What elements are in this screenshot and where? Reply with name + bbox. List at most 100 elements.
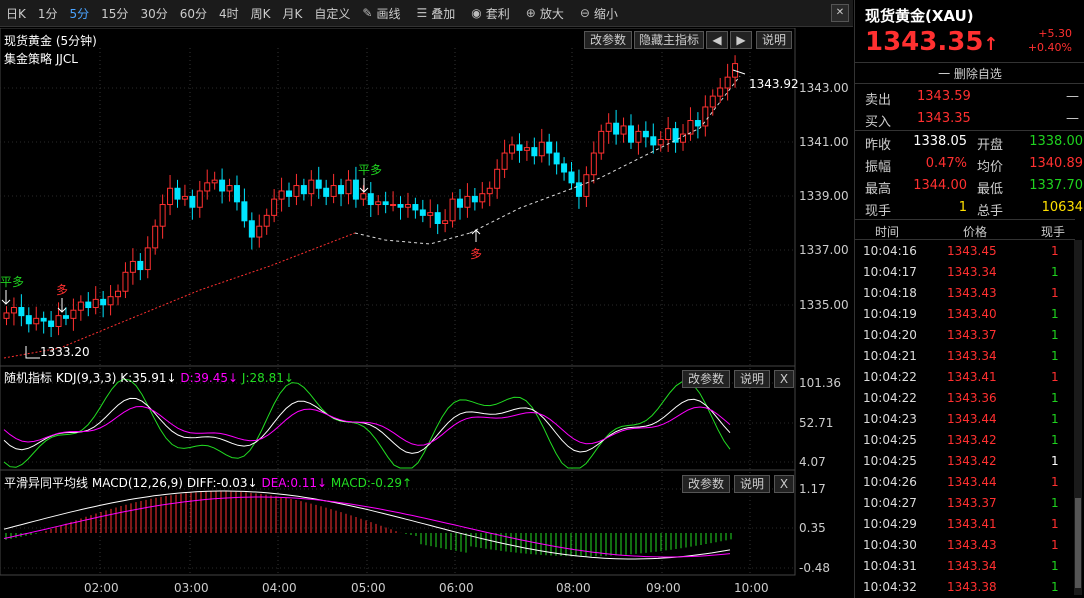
tool-layers-button[interactable]: ☰ 叠加 [416, 5, 455, 22]
help-button[interactable]: 说明 [756, 31, 792, 49]
close-icon[interactable]: ✕ [831, 4, 849, 22]
period-tab-9[interactable]: 自定义 [314, 5, 350, 22]
trade-time: 10:04:18 [863, 286, 917, 300]
kdj-k-line [3, 397, 731, 454]
trade-row: 10:04:31 1343.34 1 [855, 556, 1075, 577]
candle-body [40, 317, 47, 322]
stat-value: 1344.00 [913, 178, 967, 193]
tool-zoom-in-button[interactable]: ⊕ 放大 [526, 5, 564, 22]
candle-body [226, 185, 233, 192]
trade-row: 10:04:20 1343.37 1 [855, 325, 1075, 346]
candle-body [494, 168, 501, 189]
period-tab-5[interactable]: 60分 [180, 5, 207, 22]
kdj-close-button[interactable]: X [774, 370, 794, 388]
kdj-params-button[interactable]: 改参数 [682, 370, 730, 388]
candle-body [338, 185, 345, 195]
trade-time: 10:04:22 [863, 391, 917, 405]
candle-body [352, 179, 359, 200]
macd-y-tick: 0.35 [799, 521, 826, 535]
candle-body [286, 190, 293, 197]
macd-close-button[interactable]: X [774, 475, 794, 493]
macd-params-button[interactable]: 改参数 [682, 475, 730, 493]
hide-main-indicator-button[interactable]: 隐藏主指标 [634, 31, 704, 49]
trade-row: 10:04:18 1343.43 1 [855, 283, 1075, 304]
candle-body [293, 185, 300, 197]
trade-price: 1343.37 [947, 496, 997, 510]
signal-label: 平多 [0, 275, 24, 289]
kdj-help-button[interactable]: 说明 [734, 370, 770, 388]
x-tick-label: 02:00 [84, 581, 119, 595]
stat-value: 10634 [1041, 200, 1083, 215]
candle-body [55, 315, 62, 327]
stat-value: 1 [958, 200, 967, 215]
trade-scrollbar[interactable] [1074, 240, 1082, 595]
candle-body [204, 182, 211, 192]
period-tab-6[interactable]: 4时 [219, 5, 239, 22]
trade-volume: 1 [1051, 433, 1059, 447]
period-tab-3[interactable]: 15分 [101, 5, 128, 22]
candle-body [18, 307, 25, 317]
candle-body [115, 290, 122, 298]
trade-price: 1343.44 [947, 412, 997, 426]
candle-body [107, 296, 114, 306]
tool-zoom-out-button[interactable]: ⊖ 缩小 [580, 5, 618, 22]
trade-volume: 1 [1051, 412, 1059, 426]
trade-row: 10:04:23 1343.44 1 [855, 409, 1075, 430]
trade-volume: 1 [1051, 307, 1059, 321]
remove-watchlist-button[interactable]: 一 删除自选 [855, 62, 1084, 84]
change-params-button[interactable]: 改参数 [584, 31, 632, 49]
candle-body [531, 147, 538, 157]
period-tab-0[interactable]: 日K [6, 5, 26, 22]
period-tab-2[interactable]: 5分 [70, 5, 90, 22]
chart-area[interactable]: 1343.00 1341.00 1339.00 1337.00 1335.00 101.3… [0, 27, 853, 598]
period-tab-8[interactable]: 月K [283, 5, 303, 22]
candle-body [709, 95, 716, 108]
macd-params: MACD(12,26,9) [91, 476, 183, 490]
tool-pencil-button[interactable]: ✎ 画线 [362, 5, 400, 22]
trade-volume: 1 [1051, 244, 1059, 258]
trade-time: 10:04:26 [863, 475, 917, 489]
trade-price: 1343.37 [947, 328, 997, 342]
candle-body [25, 315, 32, 325]
next-arrow-button[interactable]: ▶ [730, 31, 752, 49]
macd-help-button[interactable]: 说明 [734, 475, 770, 493]
trade-row: 10:04:19 1343.40 1 [855, 304, 1075, 325]
trade-volume: 1 [1051, 349, 1059, 363]
y-tick-label: 1341.00 [799, 135, 849, 149]
candle-body [419, 209, 426, 216]
price-change: +5.30 [1038, 27, 1072, 40]
low-price-pointer [25, 346, 40, 359]
quote-row: 昨收 1338.05 开盘 1338.00 [855, 131, 1084, 153]
tool-money-bag-button[interactable]: ◉ 套利 [471, 5, 510, 22]
quote-row: 买入 1343.35 — [855, 108, 1084, 130]
candle-body [509, 144, 516, 154]
trade-price: 1343.44 [947, 475, 997, 489]
tool-label: 套利 [485, 6, 510, 21]
trade-time: 10:04:20 [863, 328, 917, 342]
x-tick-label: 08:00 [556, 581, 591, 595]
scrollbar-thumb[interactable] [1075, 498, 1081, 588]
money-bag-icon: ◉ [471, 6, 482, 20]
period-tab-7[interactable]: 周K [251, 5, 271, 22]
candle-body [583, 174, 590, 197]
last-price-label: 1343.92 [749, 77, 799, 91]
candle-body [367, 193, 374, 206]
sell-volume: — [1066, 89, 1079, 104]
candle-body [129, 260, 136, 273]
candle-body [642, 130, 649, 138]
signal-label: 平多 [358, 163, 382, 177]
prev-arrow-button[interactable]: ◀ [706, 31, 728, 49]
candle-body [538, 141, 545, 157]
stat-value: 1340.89 [1029, 156, 1083, 171]
trade-row: 10:04:32 1343.38 1 [855, 577, 1075, 598]
y-tick-label: 1343.00 [799, 81, 849, 95]
period-tab-1[interactable]: 1分 [38, 5, 58, 22]
trade-volume: 1 [1051, 286, 1059, 300]
candle-body [717, 87, 724, 97]
chart-canvas[interactable]: 1343.00 1341.00 1339.00 1337.00 1335.00 101.3… [0, 27, 853, 598]
candle-body [211, 179, 218, 184]
trade-price: 1343.36 [947, 391, 997, 405]
signal-label: 多 [56, 283, 68, 297]
period-tab-4[interactable]: 30分 [140, 5, 167, 22]
candle-body [159, 204, 166, 227]
